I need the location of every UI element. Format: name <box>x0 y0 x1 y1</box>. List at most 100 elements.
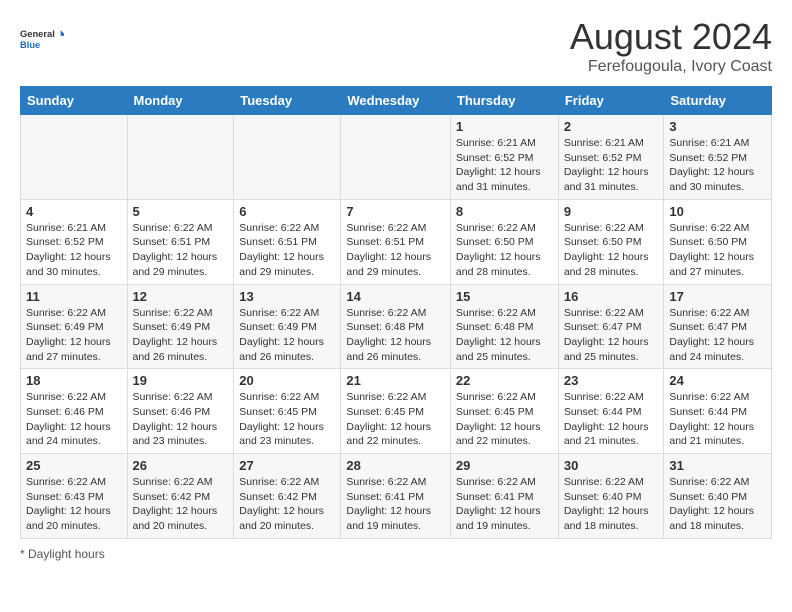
calendar-header-row: SundayMondayTuesdayWednesdayThursdayFrid… <box>21 87 772 115</box>
day-info: Sunrise: 6:22 AM Sunset: 6:45 PM Dayligh… <box>456 390 553 449</box>
day-number: 30 <box>564 458 659 473</box>
day-cell: 19Sunrise: 6:22 AM Sunset: 6:46 PM Dayli… <box>127 369 234 454</box>
page-header: General Blue August 2024 Ferefougoula, I… <box>20 16 772 76</box>
day-number: 22 <box>456 373 553 388</box>
day-number: 10 <box>669 204 766 219</box>
day-number: 6 <box>239 204 335 219</box>
day-cell: 6 Sunrise: 6:22 AM Sunset: 6:51 PM Daylig… <box>234 199 341 284</box>
day-info: Sunrise: 6:22 AM Sunset: 6:48 PM Dayligh… <box>456 306 553 365</box>
day-number: 15 <box>456 289 553 304</box>
day-number: 27 <box>239 458 335 473</box>
day-info: Sunrise: 6:22 AM Sunset: 6:46 PM Dayligh… <box>133 390 229 449</box>
svg-text:Blue: Blue <box>20 40 40 50</box>
col-header-monday: Monday <box>127 87 234 115</box>
day-number: 11 <box>26 289 122 304</box>
day-number: 24 <box>669 373 766 388</box>
day-number: 13 <box>239 289 335 304</box>
day-cell: 23 Sunrise: 6:22 AM Sunset: 6:44 PM Dayli… <box>558 369 664 454</box>
day-cell <box>234 115 341 200</box>
day-info: Sunrise: 6:22 AM Sunset: 6:47 PM Dayligh… <box>564 306 659 365</box>
day-number: 7 <box>346 204 445 219</box>
day-number: 20 <box>239 373 335 388</box>
day-info: Sunrise: 6:22 AM Sunset: 6:43 PM Dayligh… <box>26 475 122 534</box>
day-number: 29 <box>456 458 553 473</box>
day-number: 18 <box>26 373 122 388</box>
week-row-2: 4Sunrise: 6:21 AM Sunset: 6:52 PM Daylig… <box>21 199 772 284</box>
day-cell: 5 Sunrise: 6:22 AM Sunset: 6:51 PM Daylig… <box>127 199 234 284</box>
day-info: Sunrise: 6:22 AM Sunset: 6:42 PM Dayligh… <box>133 475 229 534</box>
week-row-1: 1 Sunrise: 6:21 AM Sunset: 6:52 PM Daylig… <box>21 115 772 200</box>
day-info: Sunrise: 6:22 AM Sunset: 6:50 PM Dayligh… <box>456 221 553 280</box>
day-info: Sunrise: 6:22 AM Sunset: 6:51 PM Dayligh… <box>239 221 335 280</box>
day-number: 28 <box>346 458 445 473</box>
day-number: 5 <box>133 204 229 219</box>
day-cell: 17Sunrise: 6:22 AM Sunset: 6:47 PM Dayli… <box>664 284 772 369</box>
day-number: 16 <box>564 289 659 304</box>
title-block: August 2024 Ferefougoula, Ivory Coast <box>570 16 772 76</box>
main-title: August 2024 <box>570 16 772 58</box>
day-number: 26 <box>133 458 229 473</box>
day-cell <box>127 115 234 200</box>
week-row-4: 18 Sunrise: 6:22 AM Sunset: 6:46 PM Dayli… <box>21 369 772 454</box>
day-cell <box>21 115 128 200</box>
day-cell: 24Sunrise: 6:22 AM Sunset: 6:44 PM Dayli… <box>664 369 772 454</box>
day-info: Sunrise: 6:22 AM Sunset: 6:40 PM Dayligh… <box>669 475 766 534</box>
day-cell: 4Sunrise: 6:21 AM Sunset: 6:52 PM Daylig… <box>21 199 128 284</box>
logo: General Blue <box>20 16 64 60</box>
col-header-friday: Friday <box>558 87 664 115</box>
day-number: 8 <box>456 204 553 219</box>
day-cell: 9 Sunrise: 6:22 AM Sunset: 6:50 PM Daylig… <box>558 199 664 284</box>
day-cell: 1Sunrise: 6:21 AM Sunset: 6:52 PM Daylig… <box>450 115 558 200</box>
col-header-sunday: Sunday <box>21 87 128 115</box>
day-cell: 31 Sunrise: 6:22 AM Sunset: 6:40 PM Dayli… <box>664 454 772 539</box>
day-info: Sunrise: 6:22 AM Sunset: 6:41 PM Dayligh… <box>346 475 445 534</box>
day-cell: 7 Sunrise: 6:22 AM Sunset: 6:51 PM Daylig… <box>341 199 451 284</box>
footer-note: * Daylight hours <box>20 547 772 561</box>
col-header-wednesday: Wednesday <box>341 87 451 115</box>
col-header-saturday: Saturday <box>664 87 772 115</box>
day-cell: 29 Sunrise: 6:22 AM Sunset: 6:41 PM Dayli… <box>450 454 558 539</box>
day-cell: 30 Sunrise: 6:22 AM Sunset: 6:40 PM Dayli… <box>558 454 664 539</box>
day-cell: 25 Sunrise: 6:22 AM Sunset: 6:43 PM Dayli… <box>21 454 128 539</box>
day-cell: 15 Sunrise: 6:22 AM Sunset: 6:48 PM Dayli… <box>450 284 558 369</box>
day-cell: 3 Sunrise: 6:21 AM Sunset: 6:52 PM Daylig… <box>664 115 772 200</box>
day-number: 31 <box>669 458 766 473</box>
day-cell: 13Sunrise: 6:22 AM Sunset: 6:49 PM Dayli… <box>234 284 341 369</box>
day-info: Sunrise: 6:22 AM Sunset: 6:40 PM Dayligh… <box>564 475 659 534</box>
col-header-tuesday: Tuesday <box>234 87 341 115</box>
day-cell: 26 Sunrise: 6:22 AM Sunset: 6:42 PM Dayli… <box>127 454 234 539</box>
day-info: Sunrise: 6:22 AM Sunset: 6:50 PM Dayligh… <box>564 221 659 280</box>
day-info: Sunrise: 6:22 AM Sunset: 6:41 PM Dayligh… <box>456 475 553 534</box>
day-number: 17 <box>669 289 766 304</box>
day-info: Sunrise: 6:22 AM Sunset: 6:49 PM Dayligh… <box>26 306 122 365</box>
day-info: Sunrise: 6:22 AM Sunset: 6:42 PM Dayligh… <box>239 475 335 534</box>
logo-svg: General Blue <box>20 16 64 60</box>
day-number: 9 <box>564 204 659 219</box>
day-info: Sunrise: 6:22 AM Sunset: 6:49 PM Dayligh… <box>133 306 229 365</box>
day-info: Sunrise: 6:22 AM Sunset: 6:50 PM Dayligh… <box>669 221 766 280</box>
day-number: 1 <box>456 119 553 134</box>
day-number: 3 <box>669 119 766 134</box>
day-cell: 2Sunrise: 6:21 AM Sunset: 6:52 PM Daylig… <box>558 115 664 200</box>
day-info: Sunrise: 6:21 AM Sunset: 6:52 PM Dayligh… <box>26 221 122 280</box>
day-cell: 28 Sunrise: 6:22 AM Sunset: 6:41 PM Dayli… <box>341 454 451 539</box>
day-info: Sunrise: 6:21 AM Sunset: 6:52 PM Dayligh… <box>669 136 766 195</box>
calendar-table: SundayMondayTuesdayWednesdayThursdayFrid… <box>20 86 772 539</box>
day-cell: 16 Sunrise: 6:22 AM Sunset: 6:47 PM Dayli… <box>558 284 664 369</box>
day-info: Sunrise: 6:22 AM Sunset: 6:51 PM Dayligh… <box>346 221 445 280</box>
day-cell: 14Sunrise: 6:22 AM Sunset: 6:48 PM Dayli… <box>341 284 451 369</box>
day-number: 25 <box>26 458 122 473</box>
day-cell: 8 Sunrise: 6:22 AM Sunset: 6:50 PM Daylig… <box>450 199 558 284</box>
week-row-3: 11 Sunrise: 6:22 AM Sunset: 6:49 PM Dayli… <box>21 284 772 369</box>
day-info: Sunrise: 6:22 AM Sunset: 6:51 PM Dayligh… <box>133 221 229 280</box>
day-info: Sunrise: 6:22 AM Sunset: 6:44 PM Dayligh… <box>564 390 659 449</box>
day-number: 14 <box>346 289 445 304</box>
day-number: 23 <box>564 373 659 388</box>
day-cell: 27 Sunrise: 6:22 AM Sunset: 6:42 PM Dayli… <box>234 454 341 539</box>
day-number: 12 <box>133 289 229 304</box>
svg-text:General: General <box>20 29 55 39</box>
day-info: Sunrise: 6:22 AM Sunset: 6:45 PM Dayligh… <box>239 390 335 449</box>
day-cell: 21Sunrise: 6:22 AM Sunset: 6:45 PM Dayli… <box>341 369 451 454</box>
day-cell: 10 Sunrise: 6:22 AM Sunset: 6:50 PM Dayli… <box>664 199 772 284</box>
day-info: Sunrise: 6:22 AM Sunset: 6:46 PM Dayligh… <box>26 390 122 449</box>
